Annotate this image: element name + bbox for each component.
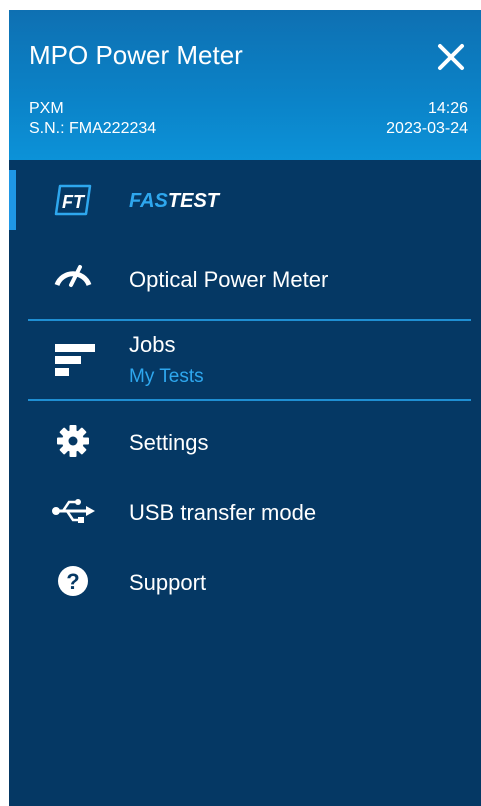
- menu-item-optical-power-meter[interactable]: Optical Power Meter: [9, 242, 481, 302]
- help-icon: ?: [43, 561, 103, 601]
- clock-time: 14:26: [427, 100, 468, 117]
- divider-top: [28, 319, 471, 321]
- optical-power-meter-label: Optical Power Meter: [129, 267, 329, 292]
- menu-item-support[interactable]: ? Support: [9, 555, 481, 610]
- usb-transfer-mode-label: USB transfer mode: [129, 500, 317, 525]
- jobs-label: Jobs: [129, 332, 176, 357]
- divider-bottom: [28, 399, 471, 401]
- svg-text:?: ?: [66, 569, 79, 594]
- menu-item-usb-transfer-mode[interactable]: USB transfer mode: [9, 485, 481, 540]
- menu-header: MPO Power Meter PXM S.N.: FMA222234 14:2…: [9, 10, 481, 160]
- gear-icon: [43, 421, 103, 461]
- menu-item-fastest[interactable]: FT FASTEST: [9, 172, 481, 232]
- fastest-label: FASTEST: [129, 190, 220, 212]
- clock-date: 2023-03-24: [386, 120, 468, 137]
- usb-icon: [43, 491, 103, 531]
- support-label: Support: [129, 570, 207, 595]
- ft-icon: FT: [43, 180, 103, 220]
- side-menu-panel: MPO Power Meter PXM S.N.: FMA222234 14:2…: [9, 10, 481, 806]
- jobs-icon: [43, 342, 103, 382]
- menu-item-jobs[interactable]: Jobs My Tests: [9, 324, 481, 400]
- gauge-icon: [43, 252, 103, 292]
- settings-label: Settings: [129, 430, 209, 455]
- app-title: MPO Power Meter: [29, 40, 243, 70]
- device-model: PXM: [29, 100, 64, 117]
- jobs-sublabel: My Tests: [129, 366, 204, 387]
- device-serial: S.N.: FMA222234: [29, 120, 157, 137]
- close-icon[interactable]: [436, 42, 466, 72]
- menu-item-settings[interactable]: Settings: [9, 415, 481, 470]
- svg-text:FT: FT: [62, 192, 86, 212]
